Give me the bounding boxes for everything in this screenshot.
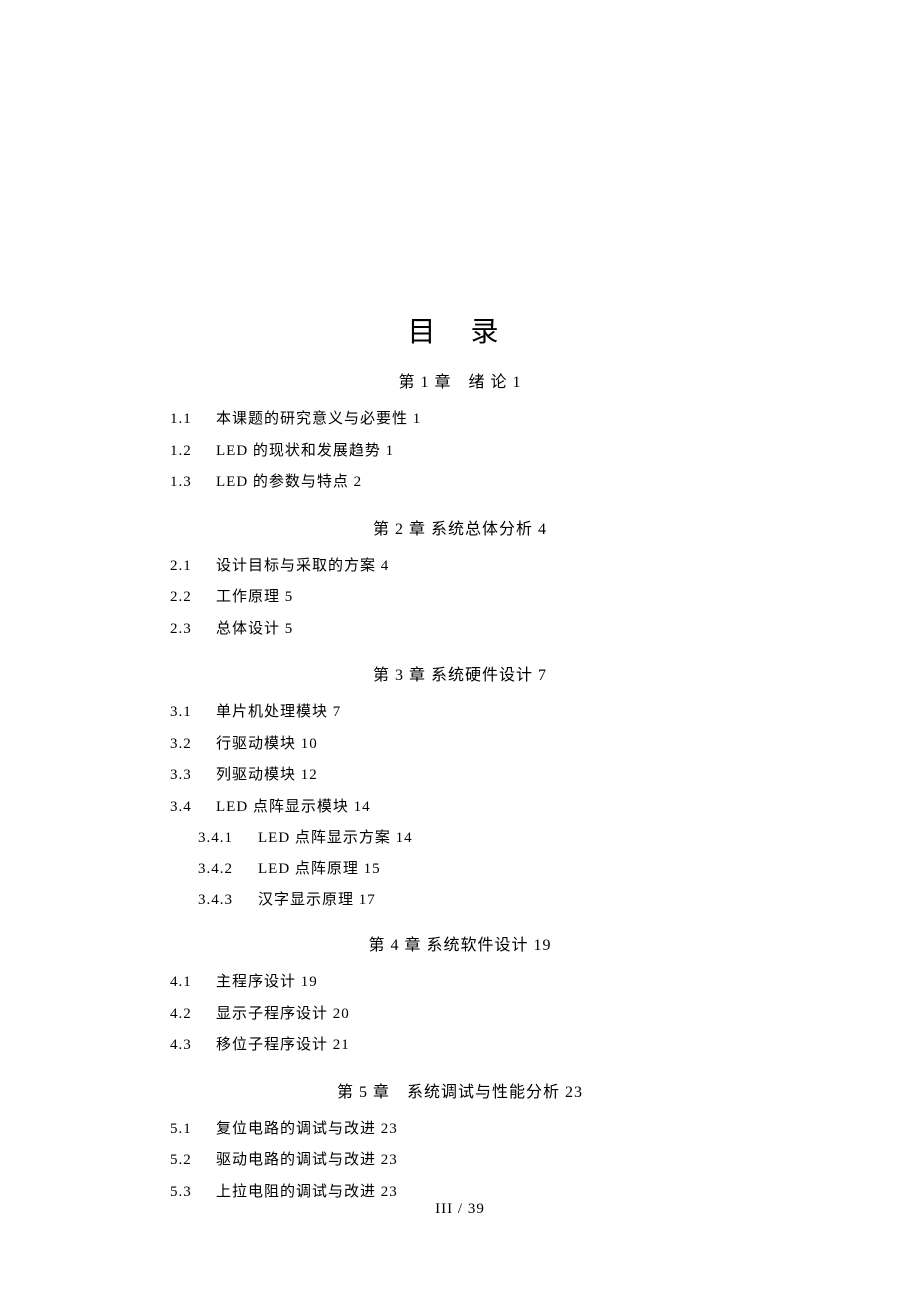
toc-entry: 5.1复位电路的调试与改进 23 bbox=[170, 1114, 750, 1146]
entry-text: LED 的参数与特点 2 bbox=[216, 474, 362, 490]
entry-text: 显示子程序设计 20 bbox=[216, 1006, 350, 1022]
entry-text: LED 的现状和发展趋势 1 bbox=[216, 443, 394, 459]
entry-text: 移位子程序设计 21 bbox=[216, 1037, 350, 1053]
entry-text: 设计目标与采取的方案 4 bbox=[216, 558, 389, 574]
toc-sub-entry: 3.4.1LED 点阵显示方案 14 bbox=[170, 823, 750, 854]
toc-entry: 1.3LED 的参数与特点 2 bbox=[170, 467, 750, 499]
chapter-heading-3: 第 3 章 系统硬件设计 7 bbox=[170, 661, 750, 685]
entry-number: 3.4 bbox=[170, 792, 216, 824]
toc-title: 目 录 bbox=[170, 310, 750, 350]
chapter-heading-1: 第 1 章 绪 论 1 bbox=[170, 368, 750, 392]
entry-number: 2.3 bbox=[170, 614, 216, 646]
entry-text: 列驱动模块 12 bbox=[216, 767, 318, 783]
entry-text: 主程序设计 19 bbox=[216, 974, 318, 990]
entry-text: 本课题的研究意义与必要性 1 bbox=[216, 411, 421, 427]
entry-number: 1.1 bbox=[170, 404, 216, 436]
toc-sub-entry: 3.4.3汉字显示原理 17 bbox=[170, 885, 750, 916]
toc-entry: 3.1单片机处理模块 7 bbox=[170, 697, 750, 729]
sub-entry-number: 3.4.1 bbox=[198, 823, 258, 854]
chapter-heading-5: 第 5 章 系统调试与性能分析 23 bbox=[170, 1078, 750, 1102]
toc-entry: 4.3移位子程序设计 21 bbox=[170, 1030, 750, 1062]
chapter-heading-2: 第 2 章 系统总体分析 4 bbox=[170, 515, 750, 539]
entry-text: LED 点阵显示模块 14 bbox=[216, 799, 371, 815]
entry-number: 5.1 bbox=[170, 1114, 216, 1146]
chapter-heading-4: 第 4 章 系统软件设计 19 bbox=[170, 931, 750, 955]
sub-entry-text: LED 点阵原理 15 bbox=[258, 861, 381, 877]
toc-entry: 5.2驱动电路的调试与改进 23 bbox=[170, 1145, 750, 1177]
entry-text: 行驱动模块 10 bbox=[216, 736, 318, 752]
entry-number: 4.1 bbox=[170, 967, 216, 999]
toc-entry: 1.1本课题的研究意义与必要性 1 bbox=[170, 404, 750, 436]
toc-entry: 2.2工作原理 5 bbox=[170, 582, 750, 614]
sub-entry-number: 3.4.2 bbox=[198, 854, 258, 885]
entry-text: 单片机处理模块 7 bbox=[216, 704, 341, 720]
entry-text: 驱动电路的调试与改进 23 bbox=[216, 1152, 398, 1168]
toc-entry: 2.1设计目标与采取的方案 4 bbox=[170, 551, 750, 583]
entry-number: 3.1 bbox=[170, 697, 216, 729]
entry-text: 上拉电阻的调试与改进 23 bbox=[216, 1184, 398, 1200]
sub-entry-number: 3.4.3 bbox=[198, 885, 258, 916]
entry-text: 复位电路的调试与改进 23 bbox=[216, 1121, 398, 1137]
entry-number: 1.2 bbox=[170, 436, 216, 468]
toc-entry: 4.2显示子程序设计 20 bbox=[170, 999, 750, 1031]
toc-entry: 3.3列驱动模块 12 bbox=[170, 760, 750, 792]
page-content: 目 录 第 1 章 绪 论 1 1.1本课题的研究意义与必要性 1 1.2LED… bbox=[0, 0, 920, 1208]
entry-number: 4.2 bbox=[170, 999, 216, 1031]
entry-text: 总体设计 5 bbox=[216, 621, 293, 637]
page-footer: III / 39 bbox=[0, 1201, 920, 1218]
sub-entry-text: 汉字显示原理 17 bbox=[258, 892, 376, 908]
toc-entry: 3.4LED 点阵显示模块 14 bbox=[170, 792, 750, 824]
entry-number: 3.2 bbox=[170, 729, 216, 761]
toc-entry: 2.3总体设计 5 bbox=[170, 614, 750, 646]
entry-text: 工作原理 5 bbox=[216, 589, 293, 605]
toc-sub-entry: 3.4.2LED 点阵原理 15 bbox=[170, 854, 750, 885]
entry-number: 5.2 bbox=[170, 1145, 216, 1177]
entry-number: 4.3 bbox=[170, 1030, 216, 1062]
toc-entry: 3.2行驱动模块 10 bbox=[170, 729, 750, 761]
entry-number: 1.3 bbox=[170, 467, 216, 499]
toc-entry: 1.2LED 的现状和发展趋势 1 bbox=[170, 436, 750, 468]
toc-entry: 4.1主程序设计 19 bbox=[170, 967, 750, 999]
entry-number: 2.1 bbox=[170, 551, 216, 583]
sub-entry-text: LED 点阵显示方案 14 bbox=[258, 830, 413, 846]
entry-number: 3.3 bbox=[170, 760, 216, 792]
entry-number: 2.2 bbox=[170, 582, 216, 614]
